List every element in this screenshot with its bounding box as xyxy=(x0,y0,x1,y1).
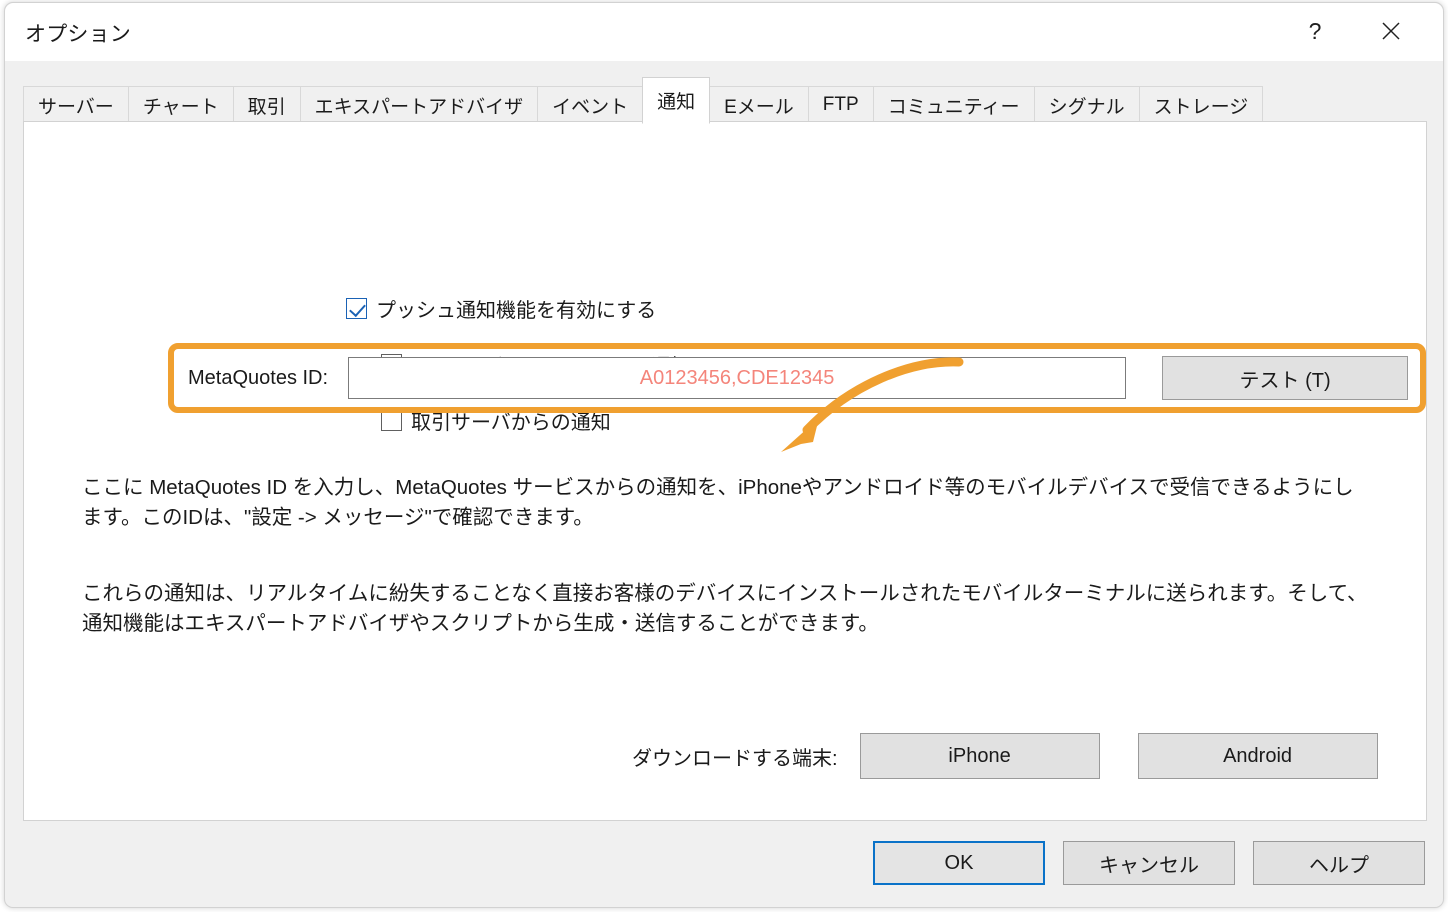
download-android-button[interactable]: Android xyxy=(1137,733,1378,779)
metaquotes-id-row: MetaQuotes ID: A0123456,CDE12345 テスト (T) xyxy=(168,343,1426,413)
test-button[interactable]: テスト (T) xyxy=(1162,356,1409,400)
metaquotes-id-input[interactable]: A0123456,CDE12345 xyxy=(348,357,1127,399)
close-icon[interactable] xyxy=(1367,9,1415,53)
trade-server-notifications-checkbox[interactable] xyxy=(381,410,402,431)
tab-server[interactable]: サーバー xyxy=(23,86,129,123)
download-iphone-button[interactable]: iPhone xyxy=(859,733,1100,779)
tab-chart[interactable]: チャート xyxy=(127,86,234,123)
tab-strip: サーバー チャート 取引 エキスパートアドバイザ イベント 通知 Eメール FT… xyxy=(5,61,1443,124)
cancel-button[interactable]: キャンセル xyxy=(1063,841,1235,885)
notifications-delivery-paragraph: これらの通知は、リアルタイムに紛失することなく直接お客様のデバイスにインストール… xyxy=(82,582,1368,635)
metaquotes-description-paragraph: ここに MetaQuotes ID を入力し、MetaQuotes サービスから… xyxy=(82,476,1354,529)
tab-list: サーバー チャート 取引 エキスパートアドバイザ イベント 通知 Eメール FT… xyxy=(23,61,1264,124)
notifications-panel: プッシュ通知機能を有効にする ローカルターミナルからの通知 取引サーバからの通知… xyxy=(23,121,1427,821)
download-label: ダウンロードする端末: xyxy=(632,747,838,770)
tab-email[interactable]: Eメール xyxy=(709,86,809,123)
download-row: ダウンロードする端末: iPhone Android xyxy=(632,733,1378,779)
enable-push-notifications-label: プッシュ通知機能を有効にする xyxy=(376,300,657,322)
tab-events[interactable]: イベント xyxy=(537,86,644,123)
ok-button[interactable]: OK xyxy=(873,841,1045,885)
dialog-footer: OK キャンセル ヘルプ xyxy=(855,841,1425,885)
tab-trade[interactable]: 取引 xyxy=(232,86,301,123)
enable-push-notifications-checkbox[interactable] xyxy=(346,298,367,319)
tab-storage[interactable]: ストレージ xyxy=(1138,86,1264,123)
question-mark-icon[interactable]: ? xyxy=(1291,9,1339,53)
tab-ftp[interactable]: FTP xyxy=(807,86,874,123)
help-button[interactable]: ヘルプ xyxy=(1253,841,1425,885)
page-title: オプション xyxy=(25,23,131,46)
tab-notifications[interactable]: 通知 xyxy=(642,77,711,124)
tab-signals[interactable]: シグナル xyxy=(1033,86,1140,123)
metaquotes-id-label: MetaQuotes ID: xyxy=(188,366,329,389)
options-dialog: オプション ? サーバー チャート 取引 エキスパートアドバイザ イベント 通知… xyxy=(4,2,1444,908)
title-bar: オプション ? xyxy=(5,3,1443,61)
enable-push-notifications-row[interactable]: プッシュ通知機能を有効にする xyxy=(346,294,656,323)
tab-expert-advisors[interactable]: エキスパートアドバイザ xyxy=(299,86,539,123)
tab-community[interactable]: コミュニティー xyxy=(872,86,1035,123)
